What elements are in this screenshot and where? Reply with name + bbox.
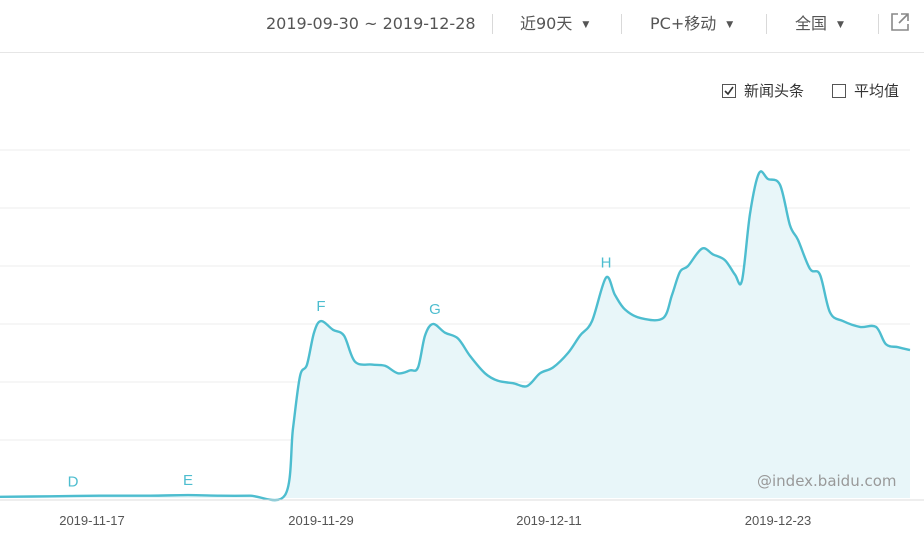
annotation-label-g: G	[429, 301, 441, 318]
x-tick-label: 2019-12-23	[745, 513, 812, 528]
x-tick-label: 2019-12-11	[516, 513, 582, 528]
trend-chart: 2019-11-17 2019-11-29 2019-12-11 2019-12-23…	[0, 149, 924, 528]
annotation-label-h: H	[601, 255, 612, 272]
annotation-label-d: D	[68, 473, 79, 490]
annotation-label-f: F	[316, 298, 325, 315]
x-tick-label: 2019-11-17	[59, 513, 125, 528]
annotation-label-e: E	[183, 472, 193, 489]
x-tick-label: 2019-11-29	[288, 513, 354, 528]
watermark: @index.baidu.com	[757, 472, 897, 490]
